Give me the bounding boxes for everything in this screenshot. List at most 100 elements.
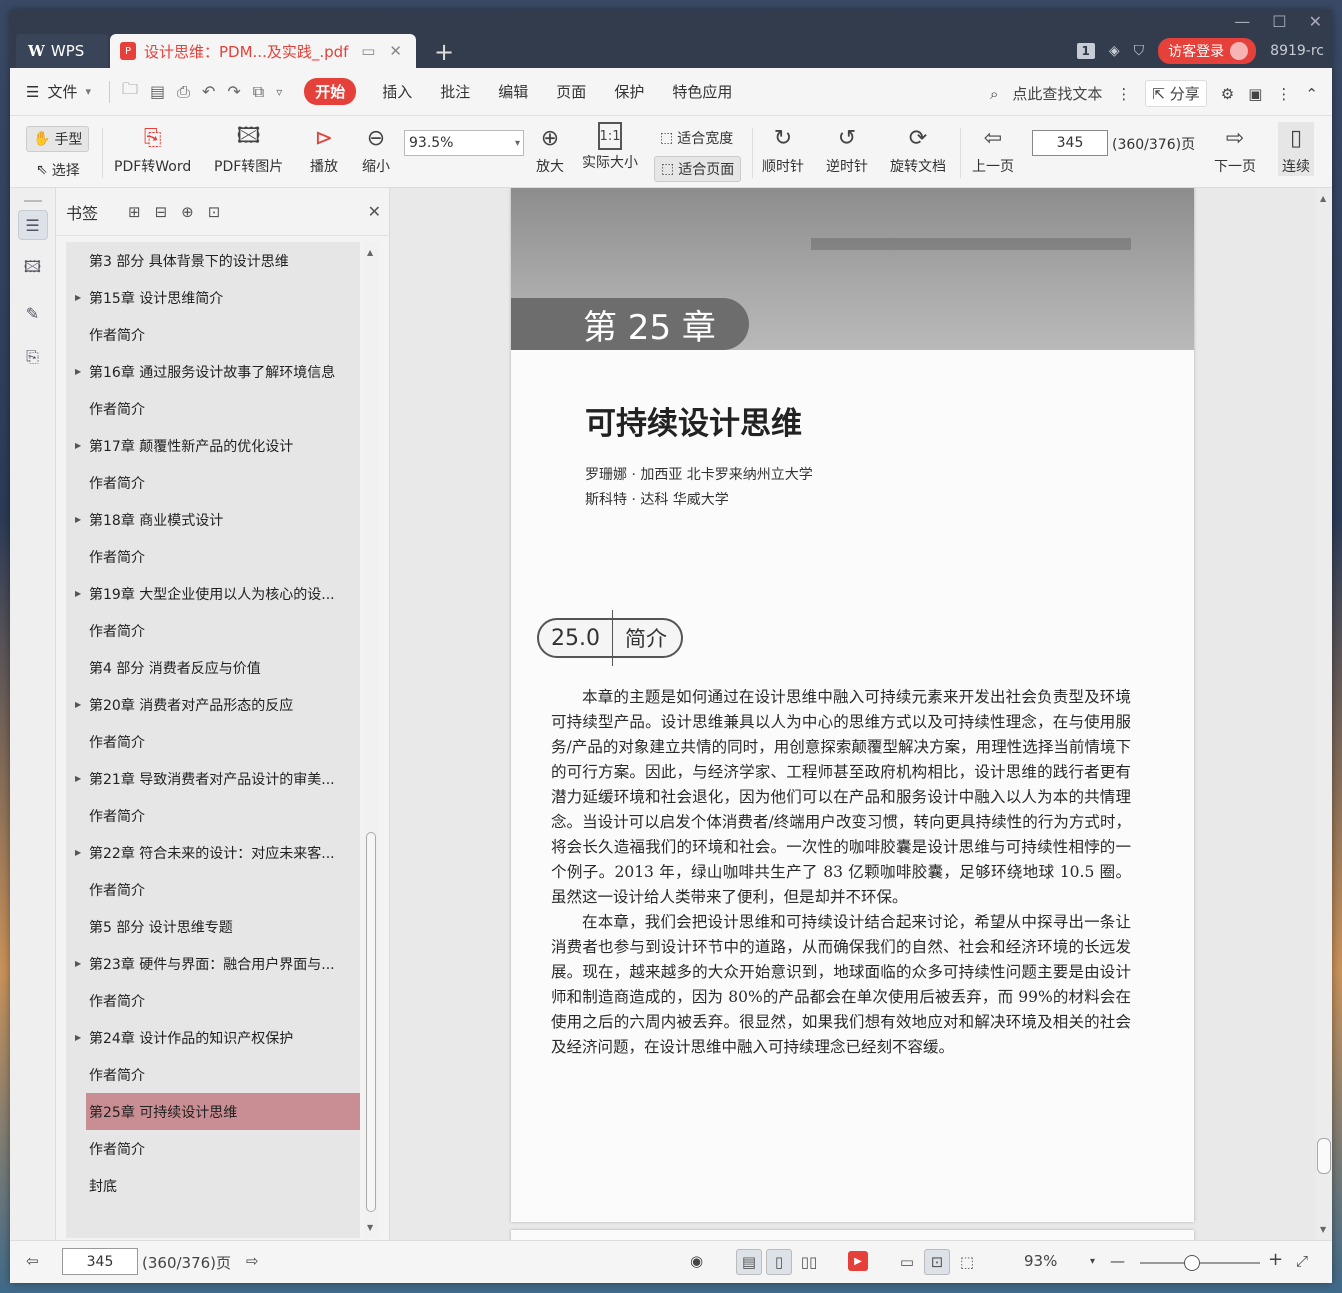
bookmark-item[interactable]: ▶ 第15章 设计思维简介 bbox=[66, 279, 360, 316]
zoom-slider-knob[interactable] bbox=[1184, 1255, 1200, 1271]
minimize-icon[interactable]: — bbox=[1234, 12, 1250, 31]
bookmark-item[interactable]: 作者简介 bbox=[66, 1130, 360, 1167]
status-page-input[interactable]: 345 bbox=[62, 1248, 138, 1275]
tab-comment[interactable]: 批注 bbox=[440, 81, 470, 102]
bookmark-item[interactable]: 作者简介 bbox=[66, 871, 360, 908]
bookmark-item[interactable]: ▶ 第20章 消费者对产品形态的反应 bbox=[66, 686, 360, 723]
expand-arrow-icon[interactable]: ▶ bbox=[75, 515, 81, 524]
close-tab-icon[interactable]: ✕ bbox=[389, 42, 402, 60]
expand-arrow-icon[interactable]: ▶ bbox=[75, 589, 81, 598]
expand-arrow-icon[interactable]: ▶ bbox=[75, 700, 81, 709]
tab-features[interactable]: 特色应用 bbox=[672, 81, 732, 102]
gear-icon[interactable]: ⚙ bbox=[1221, 85, 1234, 103]
export-icon[interactable]: ⧉ bbox=[253, 82, 264, 102]
tab-page[interactable]: 页面 bbox=[556, 81, 586, 102]
bookmark-item[interactable]: 作者简介 bbox=[66, 723, 360, 760]
bookmark-item[interactable]: ▶ 第19章 大型企业使用以人为核心的设... bbox=[66, 575, 360, 612]
wps-home-tab[interactable]: W WPS bbox=[16, 34, 108, 68]
open-folder-icon[interactable]: 🗀 bbox=[122, 78, 138, 105]
select-tool-button[interactable]: ⇖ 选择 bbox=[30, 158, 86, 182]
maximize-icon[interactable]: ☐ bbox=[1272, 12, 1286, 31]
zoom-out-small-icon[interactable]: — bbox=[1110, 1252, 1125, 1270]
bookmark-item[interactable]: 作者简介 bbox=[66, 390, 360, 427]
play-slideshow-icon[interactable]: ▶ bbox=[848, 1251, 868, 1271]
guest-login-button[interactable]: 访客登录 bbox=[1158, 38, 1257, 64]
previous-page-button[interactable]: ⇦ 上一页 bbox=[972, 122, 1014, 176]
status-prev-page-icon[interactable]: ⇦ bbox=[26, 1252, 39, 1270]
page-number-input[interactable]: 345 bbox=[1032, 130, 1108, 156]
actual-size-button[interactable]: 1:1 实际大小 bbox=[582, 122, 638, 172]
bookmark-panel-icon[interactable]: ☰ bbox=[17, 210, 48, 240]
rotate-document-button[interactable]: ⟳ 旋转文档 bbox=[890, 122, 946, 176]
file-menu[interactable]: ☰ 文件 ▾ bbox=[26, 81, 91, 102]
more-dropdown-icon[interactable]: ▿ bbox=[276, 85, 282, 99]
attachment-icon[interactable]: ⎘ bbox=[18, 342, 48, 372]
monitor-icon[interactable]: ▭ bbox=[361, 42, 375, 60]
bookmark-scrollbar[interactable]: ▲ ▼ bbox=[364, 242, 378, 1238]
fullscreen-icon[interactable]: ⤢ bbox=[1296, 1252, 1308, 1270]
status-next-page-icon[interactable]: ⇨ bbox=[246, 1252, 259, 1270]
bookmark-item-selected[interactable]: ▶第25章 可持续设计思维 bbox=[86, 1093, 360, 1130]
eye-protection-icon[interactable]: ◉ bbox=[690, 1252, 703, 1270]
scroll-up-icon[interactable]: ▲ bbox=[367, 248, 373, 257]
annotation-icon[interactable]: ✎ bbox=[18, 298, 48, 328]
save-icon[interactable]: ▤ bbox=[150, 82, 165, 101]
close-panel-icon[interactable]: ✕ bbox=[368, 202, 381, 221]
drag-handle[interactable] bbox=[23, 200, 42, 202]
scroll-down-icon[interactable]: ▼ bbox=[1320, 1225, 1326, 1234]
tab-insert[interactable]: 插入 bbox=[382, 81, 412, 102]
rotate-clockwise-button[interactable]: ↻ 顺时针 bbox=[762, 122, 804, 176]
play-button[interactable]: ⊳ 播放 bbox=[310, 122, 338, 176]
collapse-ribbon-icon[interactable]: ⌃ bbox=[1305, 85, 1318, 103]
document-tab[interactable]: P 设计思维：PDM...及实践_.pdf ▭ ✕ bbox=[110, 34, 416, 68]
expand-arrow-icon[interactable]: ▶ bbox=[75, 293, 81, 302]
bookmark-item[interactable]: 封底 bbox=[66, 1167, 360, 1204]
collapse-all-icon[interactable]: ⊟ bbox=[155, 203, 168, 221]
zoom-out-button[interactable]: ⊖ 缩小 bbox=[362, 122, 390, 176]
tab-protect[interactable]: 保护 bbox=[614, 81, 644, 102]
fit-width-status-icon[interactable]: ⬚ bbox=[954, 1249, 980, 1275]
print-icon[interactable]: ⎙ bbox=[177, 82, 190, 102]
skin-icon[interactable]: ◈ bbox=[1109, 43, 1120, 59]
zoom-slider[interactable] bbox=[1140, 1255, 1260, 1271]
single-page-view-icon[interactable]: ▤ bbox=[736, 1249, 762, 1275]
thumbnail-icon[interactable]: 🖾 bbox=[18, 254, 48, 284]
bookmark-item[interactable]: ▶ 第23章 硬件与界面：融合用户界面与... bbox=[66, 945, 360, 982]
scrollbar-thumb[interactable] bbox=[366, 832, 376, 1212]
pdf-to-image-button[interactable]: 🖾 PDF转图片 bbox=[214, 122, 283, 176]
next-page-button[interactable]: ⇨ 下一页 bbox=[1214, 122, 1256, 176]
comment-icon[interactable]: ▣ bbox=[1248, 85, 1262, 103]
expand-all-icon[interactable]: ⊞ bbox=[128, 203, 141, 221]
bookmark-item[interactable]: 作者简介 bbox=[66, 538, 360, 575]
continuous-view-button[interactable]: ▯ 连续 bbox=[1278, 122, 1314, 176]
bookmark-item[interactable]: 第5 部分 设计思维专题 bbox=[66, 908, 360, 945]
bookmark-item[interactable]: 第4 部分 消费者反应与价值 bbox=[66, 649, 360, 686]
zoom-in-button[interactable]: ⊕ 放大 bbox=[536, 122, 564, 176]
share-button[interactable]: ⇱ 分享 bbox=[1145, 80, 1207, 107]
bookmark-settings-icon[interactable]: ⊡ bbox=[208, 203, 221, 221]
more-vertical-icon[interactable]: ⋮ bbox=[1116, 85, 1131, 103]
bookmark-item[interactable]: 作者简介 bbox=[66, 612, 360, 649]
chevron-down-icon[interactable]: ▾ bbox=[1090, 1256, 1095, 1267]
zoom-in-small-icon[interactable]: + bbox=[1268, 1249, 1283, 1270]
expand-arrow-icon[interactable]: ▶ bbox=[75, 367, 81, 376]
scroll-down-icon[interactable]: ▼ bbox=[367, 1223, 373, 1232]
two-page-view-icon[interactable]: ▯▯ bbox=[796, 1249, 822, 1275]
pdf-to-word-button[interactable]: ⎘ PDF转Word bbox=[114, 122, 191, 176]
find-text-input[interactable]: 点此查找文本 bbox=[1012, 83, 1102, 104]
window-count-badge[interactable]: 1 bbox=[1076, 43, 1095, 59]
tab-edit[interactable]: 编辑 bbox=[498, 81, 528, 102]
bookmark-item[interactable]: 作者简介 bbox=[66, 797, 360, 834]
undo-icon[interactable]: ↶ bbox=[202, 82, 215, 101]
bookmark-item[interactable]: 第3 部分 具体背景下的设计思维 bbox=[66, 242, 360, 279]
more-vertical-icon-2[interactable]: ⋮ bbox=[1276, 85, 1291, 103]
fit-width-button[interactable]: ⬚ 适合宽度 bbox=[654, 126, 739, 150]
new-tab-icon[interactable]: + bbox=[434, 38, 454, 66]
bookmark-item[interactable]: ▶ 第21章 导致消费者对产品设计的审美... bbox=[66, 760, 360, 797]
bookmark-item[interactable]: ▶ 第24章 设计作品的知识产权保护 bbox=[66, 1019, 360, 1056]
scrollbar-thumb[interactable] bbox=[1317, 1138, 1331, 1174]
rotate-counterclockwise-button[interactable]: ↺ 逆时针 bbox=[826, 122, 868, 176]
expand-arrow-icon[interactable]: ▶ bbox=[75, 959, 81, 968]
zoom-level-select[interactable]: 93.5% ▾ bbox=[404, 130, 524, 156]
expand-arrow-icon[interactable]: ▶ bbox=[75, 848, 81, 857]
